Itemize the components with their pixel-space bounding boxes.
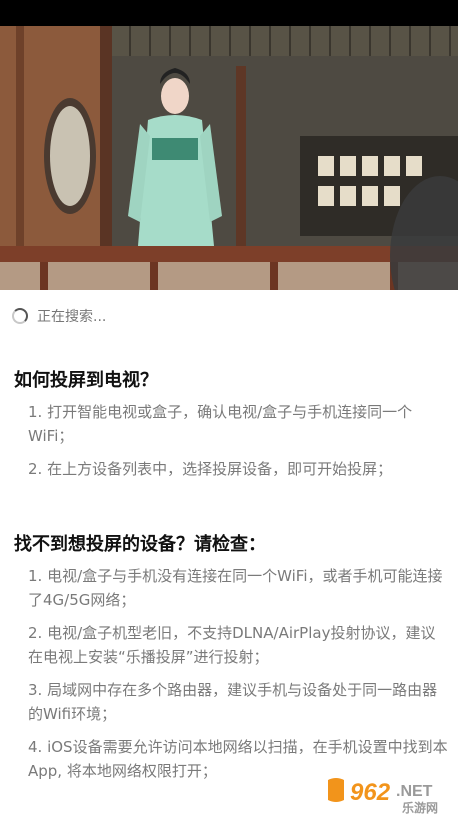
instruction-list: 1. 打开智能电视或盒子，确认电视/盒子与手机连接同一个WiFi； 2. 在上方… <box>14 400 450 481</box>
list-item: 1. 电视/盒子与手机没有连接在同一个WiFi，或者手机可能连接了4G/5G网络… <box>28 567 443 609</box>
watermark-suffix: .NET <box>396 783 433 800</box>
help-section-how-to-cast: 如何投屏到电视？ 1. 打开智能电视或盒子，确认电视/盒子与手机连接同一个WiF… <box>14 368 450 490</box>
status-bar <box>0 0 458 26</box>
section-title: 如何投屏到电视？ <box>14 370 158 391</box>
watermark-logo: 962 .NET 乐游网 <box>322 774 452 816</box>
searching-text: 正在搜索... <box>37 309 107 325</box>
help-section-troubleshoot: 找不到想投屏的设备？请检查： 1. 电视/盒子与手机没有连接在同一个WiFi，或… <box>14 532 450 792</box>
troubleshoot-list: 1. 电视/盒子与手机没有连接在同一个WiFi，或者手机可能连接了4G/5G网络… <box>14 564 450 783</box>
watermark-number: 962 <box>350 779 391 806</box>
list-item: 3. 局域网中存在多个路由器，建议手机与设备处于同一路由器的Wifi环境； <box>28 681 438 723</box>
search-status: 正在搜索... <box>12 305 106 327</box>
list-item: 2. 电视/盒子机型老旧，不支持DLNA/AirPlay投射协议，建议在电视上安… <box>28 624 436 666</box>
video-frame-illustration <box>0 26 458 290</box>
list-item: 2. 在上方设备列表中，选择投屏设备，即可开始投屏； <box>28 460 393 478</box>
section-title: 找不到想投屏的设备？请检查： <box>14 534 266 555</box>
video-preview[interactable] <box>0 26 458 290</box>
watermark-site: 乐游网 <box>402 800 438 815</box>
loading-spinner-icon <box>12 308 28 324</box>
list-item: 1. 打开智能电视或盒子，确认电视/盒子与手机连接同一个WiFi； <box>28 403 413 445</box>
